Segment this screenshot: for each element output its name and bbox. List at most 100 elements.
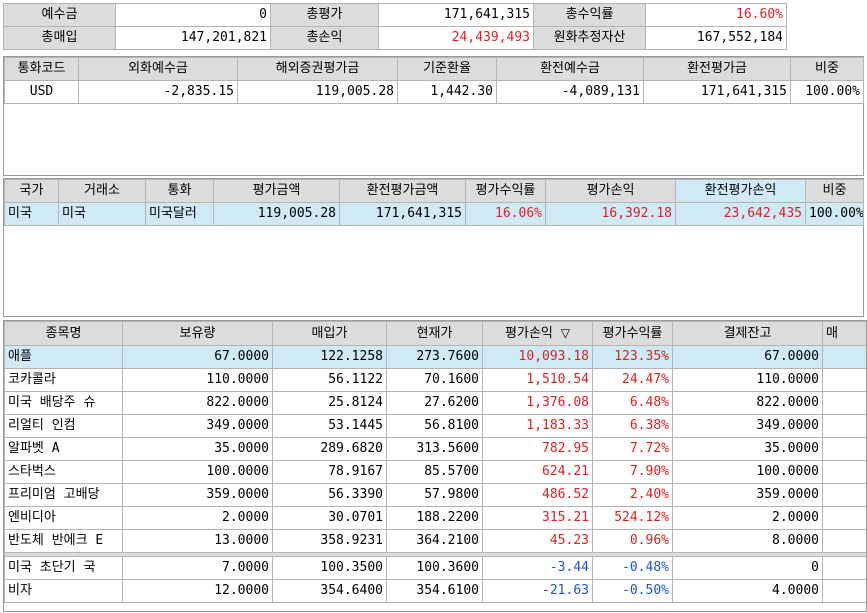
cell: 359.0000 — [672, 483, 823, 507]
col-weight[interactable]: 비중 — [805, 179, 864, 203]
country-panel: 국가 거래소 통화 평가금액 환전평가금액 평가수익률 평가손익 환전평가손익 … — [3, 178, 864, 317]
cell: -0.48% — [592, 556, 673, 580]
col-eval-pl[interactable]: 평가손익 — [545, 179, 676, 203]
total-return-label: 총수익률 — [533, 3, 646, 27]
total-pl-label: 총손익 — [270, 26, 379, 50]
col-eval-pl-label: 평가손익 — [505, 326, 553, 341]
cell — [822, 529, 866, 553]
cell: 35.0000 — [672, 437, 823, 461]
cell: 188.2200 — [386, 506, 483, 530]
col-weight[interactable]: 비중 — [790, 57, 864, 81]
col-eval-return[interactable]: 평가수익률 — [465, 179, 546, 203]
cell: 2.0000 — [672, 506, 823, 530]
cell: 122.1258 — [272, 345, 387, 369]
table-row[interactable]: 미국 미국 미국달러 119,005.28 171,641,315 16.06%… — [4, 202, 864, 226]
summary-row-1: 예수금 0 총평가 171,641,315 총수익률 16.60% — [3, 3, 787, 27]
cell: 78.9167 — [272, 460, 387, 484]
col-currency-code[interactable]: 통화코드 — [4, 57, 79, 81]
cell: 0.96% — [592, 529, 673, 553]
col-purchase-price[interactable]: 매입가 — [272, 321, 387, 346]
cell: 53.1445 — [272, 414, 387, 438]
cell — [822, 368, 866, 392]
summary-table: 예수금 0 총평가 171,641,315 총수익률 16.60% 총매입 14… — [3, 3, 787, 50]
cell: -21.63 — [482, 579, 593, 603]
col-name[interactable]: 종목명 — [4, 321, 123, 346]
col-exchange-eval[interactable]: 환전평가금 — [643, 57, 791, 81]
total-purchase-label: 총매입 — [3, 26, 116, 50]
table-row[interactable]: 리얼티 인컴 349.0000 53.1445 56.8100 1,183.33 6.38… — [4, 414, 866, 438]
cell: 미국달러 — [145, 202, 214, 226]
total-return-value: 16.60% — [645, 3, 787, 27]
cell: 16,392.18 — [545, 202, 676, 226]
cell: 27.6200 — [386, 391, 483, 415]
cell: 56.1122 — [272, 368, 387, 392]
col-settle-balance[interactable]: 결제잔고 — [672, 321, 823, 346]
col-eval-pl[interactable]: 평가손익 ▽ — [482, 321, 593, 346]
cell: 6.48% — [592, 391, 673, 415]
cell: 100.3500 — [272, 556, 387, 580]
cell: 8.0000 — [672, 529, 823, 553]
cell: 6.38% — [592, 414, 673, 438]
col-exchange-deposit[interactable]: 환전예수금 — [496, 57, 644, 81]
col-country[interactable]: 국가 — [4, 179, 59, 203]
cell: 70.1600 — [386, 368, 483, 392]
table-row[interactable]: 스타벅스 100.0000 78.9167 85.5700 624.21 7.90% 100… — [4, 460, 866, 484]
col-exchange-eval-pl[interactable]: 환전평가손익 — [675, 179, 806, 203]
table-row[interactable]: USD -2,835.15 119,005.28 1,442.30 -4,089… — [4, 80, 864, 104]
cell: 미국 — [4, 202, 59, 226]
cell: 171,641,315 — [643, 80, 791, 104]
total-eval-value: 171,641,315 — [378, 3, 534, 27]
cell: 119,005.28 — [237, 80, 398, 104]
table-row[interactable]: 코카콜라 110.0000 56.1122 70.1600 1,510.54 24.47%… — [4, 368, 866, 392]
col-foreign-securities-eval[interactable]: 해외증권평가금 — [237, 57, 398, 81]
table-row[interactable]: 엔비디아 2.0000 30.0701 188.2200 315.21 524.12% 2.… — [4, 506, 866, 530]
col-eval-return[interactable]: 평가수익률 — [592, 321, 673, 346]
cell: 4.0000 — [672, 579, 823, 603]
cell: 349.0000 — [672, 414, 823, 438]
country-header-row: 국가 거래소 통화 평가금액 환전평가금액 평가수익률 평가손익 환전평가손익 … — [4, 179, 864, 203]
cell: 23,642,435 — [675, 202, 806, 226]
cell: -3.44 — [482, 556, 593, 580]
cell: -2,835.15 — [78, 80, 238, 104]
col-currency[interactable]: 통화 — [145, 179, 214, 203]
col-exchange[interactable]: 거래소 — [58, 179, 146, 203]
cell: 100.3600 — [386, 556, 483, 580]
cell: -0.50% — [592, 579, 673, 603]
cell: 171,641,315 — [339, 202, 466, 226]
col-truncated[interactable]: 매 — [822, 321, 866, 346]
col-foreign-deposit[interactable]: 외화예수금 — [78, 57, 238, 81]
table-row[interactable]: 애플 67.0000 122.1258 273.7600 10,093.18 123.35… — [4, 345, 866, 369]
cell: 315.21 — [482, 506, 593, 530]
cell: 57.9800 — [386, 483, 483, 507]
cell: 67.0000 — [672, 345, 823, 369]
cell: 313.5600 — [386, 437, 483, 461]
table-row[interactable]: 미국 초단기 국 7.0000 100.3500 100.3600 -3.44 -0.48… — [4, 556, 866, 580]
cell: 미국 초단기 국 — [4, 556, 123, 580]
table-row[interactable]: 반도체 반에크 E 13.0000 358.9231 364.2100 45.23 0.9… — [4, 529, 866, 553]
cell: 123.35% — [592, 345, 673, 369]
cell: 13.0000 — [122, 529, 273, 553]
table-row[interactable]: 비자 12.0000 354.6400 354.6100 -21.63 -0.50% 4.0… — [4, 579, 866, 603]
cell — [822, 391, 866, 415]
cell — [822, 483, 866, 507]
cell: 354.6400 — [272, 579, 387, 603]
col-eval-amount[interactable]: 평가금액 — [213, 179, 340, 203]
cell: 486.52 — [482, 483, 593, 507]
cell — [822, 437, 866, 461]
col-base-rate[interactable]: 기준환율 — [397, 57, 497, 81]
total-purchase-value: 147,201,821 — [115, 26, 271, 50]
table-row[interactable]: 프리미엄 고배당 359.0000 56.3390 57.9800 486.52 2.40… — [4, 483, 866, 507]
cell: 358.9231 — [272, 529, 387, 553]
cell: 100.0000 — [122, 460, 273, 484]
cell: 359.0000 — [122, 483, 273, 507]
table-row[interactable]: 알파벳 A 35.0000 289.6820 313.5600 782.95 7.72% 3… — [4, 437, 866, 461]
col-current-price[interactable]: 현재가 — [386, 321, 483, 346]
table-row[interactable]: 미국 배당주 슈 822.0000 25.8124 27.6200 1,376.08 6.… — [4, 391, 866, 415]
cell: 524.12% — [592, 506, 673, 530]
cell: 1,376.08 — [482, 391, 593, 415]
cell: 알파벳 A — [4, 437, 123, 461]
cell: 1,510.54 — [482, 368, 593, 392]
cell: 67.0000 — [122, 345, 273, 369]
col-exchange-eval-amount[interactable]: 환전평가금액 — [339, 179, 466, 203]
col-quantity[interactable]: 보유량 — [122, 321, 273, 346]
